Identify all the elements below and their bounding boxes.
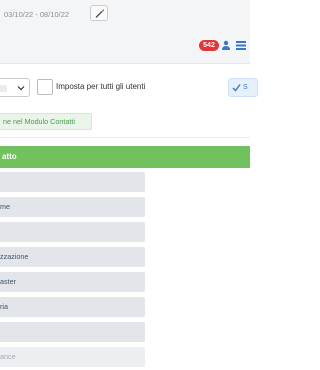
field-item[interactable] — [0, 172, 145, 192]
notification-badge[interactable]: 542 — [199, 40, 219, 51]
date-range[interactable]: 03/10/22 - 08/10/22 — [4, 10, 69, 19]
field-item[interactable] — [0, 322, 145, 342]
save-button-label: S — [243, 84, 248, 91]
section-header: atto — [0, 146, 250, 168]
field-item[interactable]: zzazione — [0, 247, 145, 267]
field-item[interactable] — [0, 222, 145, 242]
top-bar: 03/10/22 - 08/10/22 542 — [0, 0, 250, 64]
checkbox-label: Imposta per tutti gli utenti — [56, 82, 146, 91]
field-item[interactable]: aster — [0, 272, 145, 292]
user-select[interactable] — [0, 78, 30, 97]
field-item[interactable]: ance — [0, 347, 145, 367]
menu-icon[interactable] — [236, 41, 246, 50]
set-for-all-users-checkbox[interactable] — [37, 79, 53, 95]
chevron-down-icon — [17, 86, 25, 91]
controls-row: Imposta per tutti gli utenti S — [0, 76, 258, 100]
divider — [0, 137, 250, 138]
select-value — [0, 85, 7, 92]
field-item[interactable]: me — [0, 197, 145, 217]
edit-date-button[interactable] — [90, 5, 108, 21]
field-item[interactable]: ria — [0, 297, 145, 317]
user-icon[interactable] — [221, 40, 231, 50]
contact-module-link[interactable]: ne nel Modulo Contatti — [0, 113, 92, 130]
checkmark-icon — [232, 84, 241, 92]
save-button[interactable]: S — [228, 78, 258, 97]
pencil-icon — [95, 9, 105, 18]
